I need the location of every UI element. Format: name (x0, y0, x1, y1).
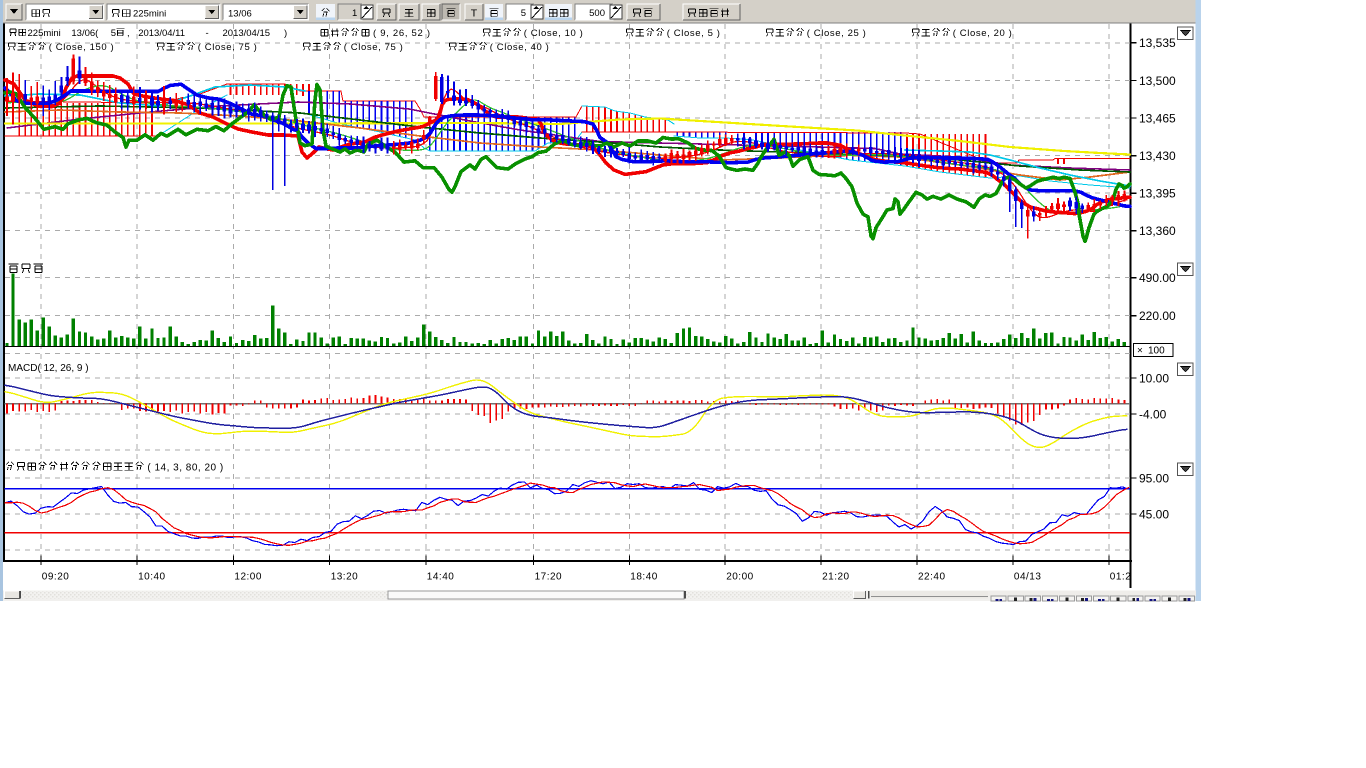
svg-text:2013/04/11: 2013/04/11 (138, 28, 185, 39)
svg-text:01:2: 01:2 (1110, 572, 1131, 583)
svg-text:-4.00: -4.00 (1139, 407, 1167, 421)
svg-text:10:40: 10:40 (138, 572, 166, 583)
svg-text:): ) (284, 28, 287, 39)
svg-text:490.00: 490.00 (1139, 271, 1176, 285)
svg-text:45.00: 45.00 (1139, 507, 1169, 521)
svg-text:225mini: 225mini (133, 9, 166, 20)
svg-text:5: 5 (111, 28, 116, 39)
svg-text:13,395: 13,395 (1139, 186, 1176, 200)
svg-text:( Close, 150 ): ( Close, 150 ) (49, 42, 114, 53)
svg-text:( Close, 20 ): ( Close, 20 ) (953, 28, 1013, 39)
svg-text:13:20: 13:20 (331, 572, 359, 583)
svg-text:18:40: 18:40 (630, 572, 658, 583)
svg-text:5: 5 (521, 8, 526, 19)
svg-text:13,500: 13,500 (1139, 74, 1176, 88)
svg-text:13,360: 13,360 (1139, 224, 1176, 238)
svg-text:-: - (206, 28, 209, 39)
svg-text:225mini: 225mini (28, 28, 61, 39)
svg-text:100: 100 (1148, 346, 1165, 357)
svg-text:( Close, 5 ): ( Close, 5 ) (667, 28, 721, 39)
svg-text:500: 500 (589, 8, 605, 19)
svg-text:×: × (1137, 346, 1143, 357)
svg-text:22:40: 22:40 (918, 572, 946, 583)
svg-text:( Close, 75 ): ( Close, 75 ) (344, 42, 404, 53)
svg-text:13,535: 13,535 (1139, 36, 1176, 50)
svg-text:( Close, 40 ): ( Close, 40 ) (490, 42, 550, 53)
svg-text:( Close, 75 ): ( Close, 75 ) (198, 42, 258, 53)
svg-text:MACD( 12, 26, 9 ): MACD( 12, 26, 9 ) (8, 363, 89, 374)
svg-text:( Close, 10 ): ( Close, 10 ) (524, 28, 584, 39)
svg-text:2013/04/15: 2013/04/15 (223, 28, 271, 39)
svg-text:10.00: 10.00 (1139, 371, 1169, 385)
svg-text:13,430: 13,430 (1139, 149, 1176, 163)
svg-text:( 9, 26, 52 ): ( 9, 26, 52 ) (373, 28, 431, 39)
svg-text:04/13: 04/13 (1014, 572, 1042, 583)
svg-text:,: , (127, 28, 130, 39)
svg-text:220.00: 220.00 (1139, 309, 1176, 323)
svg-text:1: 1 (352, 8, 357, 19)
svg-text:T: T (471, 8, 478, 20)
svg-text:12:00: 12:00 (234, 572, 262, 583)
svg-text:21:20: 21:20 (822, 572, 850, 583)
svg-text:09:20: 09:20 (42, 572, 70, 583)
svg-text:17:20: 17:20 (535, 572, 563, 583)
svg-text:( Close, 25 ): ( Close, 25 ) (807, 28, 867, 39)
svg-text:13/06(: 13/06( (71, 28, 99, 39)
svg-text:( 14, 3, 80, 20 ): ( 14, 3, 80, 20 ) (147, 463, 223, 474)
svg-text:14:40: 14:40 (427, 572, 455, 583)
svg-text:13/06: 13/06 (228, 9, 252, 20)
svg-text:95.00: 95.00 (1139, 471, 1169, 485)
svg-text:20:00: 20:00 (726, 572, 754, 583)
svg-text:13,465: 13,465 (1139, 111, 1176, 125)
